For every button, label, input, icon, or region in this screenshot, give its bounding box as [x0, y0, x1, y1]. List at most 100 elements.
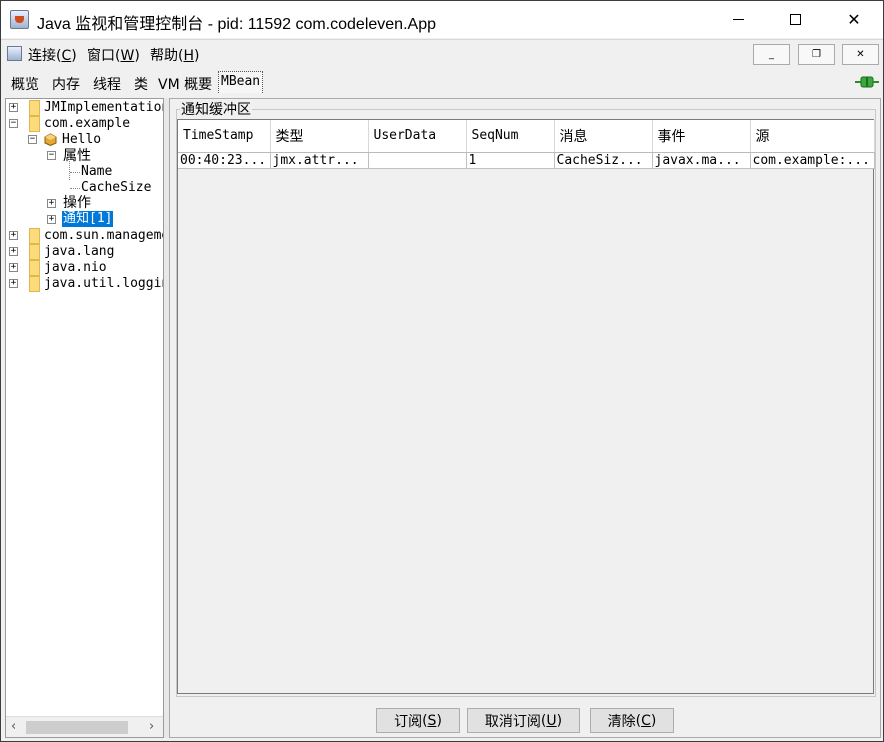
cell-type[interactable]: jmx.attr... — [270, 152, 369, 169]
frame-restore-icon: ❐ — [812, 49, 821, 60]
mbean-tree: + JMImplementation − com.example − Hello… — [5, 98, 164, 738]
java-app-icon — [10, 10, 29, 29]
tree-node-attributes[interactable]: 属性 — [63, 148, 91, 164]
frame-minimize-icon: _ — [769, 49, 774, 60]
notification-panel: 通知缓冲区 TimeStamp 类型 UserData SeqNum 消息 事件… — [169, 98, 881, 738]
folder-icon — [29, 276, 40, 292]
cell-message[interactable]: CacheSiz... — [554, 152, 653, 169]
menu-window[interactable]: 窗口(W) — [87, 45, 140, 65]
tab-vm-summary[interactable]: VM 概要 — [158, 72, 212, 94]
menu-connection-mnemonic: C — [61, 48, 72, 64]
clear-button[interactable]: 清除(C) — [590, 708, 674, 733]
table-row[interactable]: 00:40:23... jmx.attr... 1 CacheSiz... ja… — [178, 152, 875, 169]
tree-node-hello[interactable]: Hello — [62, 132, 101, 148]
unsubscribe-label: 取消订阅 — [484, 713, 541, 730]
scrollbar-thumb[interactable] — [26, 721, 128, 734]
tree-node-notifications[interactable]: 通知[1] — [62, 211, 114, 227]
expand-icon[interactable]: + — [9, 103, 18, 112]
table-header-row: TimeStamp 类型 UserData SeqNum 消息 事件 源 — [178, 120, 875, 153]
minimize-icon — [732, 19, 744, 20]
menu-bar: 连接(C) 窗口(W) 帮助(H) _ ❐ ✕ — [1, 39, 883, 68]
column-header-message[interactable]: 消息 — [554, 120, 653, 153]
tree-node-jmimplementation[interactable]: JMImplementation — [44, 100, 163, 116]
notification-table: TimeStamp 类型 UserData SeqNum 消息 事件 源 00:… — [178, 120, 875, 169]
window-title: Java 监视和管理控制台 - pid: 11592 com.codeleven… — [37, 16, 436, 33]
tree-connector — [70, 172, 80, 173]
column-header-source[interactable]: 源 — [750, 120, 875, 153]
collapse-icon[interactable]: − — [47, 151, 56, 160]
column-header-seqnum[interactable]: SeqNum — [466, 120, 555, 153]
collapse-icon[interactable]: − — [28, 135, 37, 144]
subscribe-label: 订阅 — [394, 713, 423, 730]
connection-status-icon — [855, 76, 879, 88]
tree-node-java-nio[interactable]: java.nio — [44, 260, 107, 276]
menu-window-label: 窗口 — [87, 48, 115, 64]
clear-mnemonic: C — [641, 712, 651, 729]
tab-mbean[interactable]: MBean — [218, 71, 264, 93]
folder-icon — [29, 100, 40, 116]
folder-icon — [29, 228, 40, 244]
scroll-left-icon[interactable]: ‹ — [11, 719, 16, 734]
column-header-userdata[interactable]: UserData — [368, 120, 467, 153]
frame-close-icon: ✕ — [856, 49, 865, 60]
menu-help-mnemonic: H — [183, 48, 194, 64]
bean-icon — [44, 133, 57, 146]
tree-node-java-util-logging[interactable]: java.util.logging — [44, 276, 163, 292]
internal-frame-icon[interactable] — [7, 46, 22, 61]
column-header-timestamp[interactable]: TimeStamp — [178, 120, 271, 153]
folder-icon — [29, 260, 40, 276]
scroll-right-icon[interactable]: › — [149, 719, 154, 734]
app-window: Java 监视和管理控制台 - pid: 11592 com.codeleven… — [0, 0, 884, 742]
minimize-button[interactable] — [715, 1, 761, 38]
notification-buffer-title: 通知缓冲区 — [180, 99, 252, 119]
expand-icon[interactable]: + — [47, 199, 56, 208]
expand-icon[interactable]: + — [9, 279, 18, 288]
tree-horizontal-scrollbar[interactable]: ‹ › — [6, 716, 163, 737]
tree-node-operations[interactable]: 操作 — [63, 195, 91, 211]
folder-icon — [29, 244, 40, 260]
subscribe-button[interactable]: 订阅(S) — [376, 708, 460, 733]
folder-icon — [29, 116, 40, 132]
title-bar: Java 监视和管理控制台 - pid: 11592 com.codeleven… — [1, 1, 883, 38]
frame-restore-button[interactable]: ❐ — [798, 44, 835, 65]
menu-help-label: 帮助 — [150, 48, 178, 64]
tree-node-com-example[interactable]: com.example — [44, 116, 130, 132]
cell-seqnum[interactable]: 1 — [466, 152, 555, 169]
tab-bar: 概览 内存 线程 类 VM 概要 MBean — [1, 69, 883, 97]
unsubscribe-mnemonic: U — [546, 712, 557, 729]
expand-icon[interactable]: + — [47, 215, 56, 224]
menu-window-mnemonic: W — [120, 48, 135, 64]
column-header-event[interactable]: 事件 — [652, 120, 751, 153]
maximize-icon — [789, 14, 801, 25]
tab-memory[interactable]: 内存 — [52, 72, 80, 94]
menu-help[interactable]: 帮助(H) — [150, 45, 199, 65]
clear-label: 清除 — [607, 713, 636, 730]
tree-node-com-sun-management[interactable]: com.sun.management — [44, 228, 163, 244]
expand-icon[interactable]: + — [9, 247, 18, 256]
tree-node-attr-cachesize[interactable]: CacheSize — [81, 180, 151, 196]
tab-threads[interactable]: 线程 — [93, 72, 121, 94]
cell-source[interactable]: com.example:... — [750, 152, 875, 169]
cell-userdata[interactable] — [368, 152, 467, 169]
cell-timestamp[interactable]: 00:40:23... — [178, 152, 271, 169]
frame-minimize-button[interactable]: _ — [753, 44, 790, 65]
column-header-type[interactable]: 类型 — [270, 120, 369, 153]
tree-connector — [70, 188, 80, 189]
unsubscribe-button[interactable]: 取消订阅(U) — [467, 708, 580, 733]
tab-overview[interactable]: 概览 — [11, 72, 39, 94]
tab-classes[interactable]: 类 — [134, 72, 148, 94]
subscribe-mnemonic: S — [427, 712, 437, 729]
close-button[interactable]: ✕ — [831, 1, 877, 38]
tree-connector — [69, 156, 70, 180]
menu-connection-label: 连接 — [28, 48, 56, 64]
maximize-button[interactable] — [772, 1, 818, 38]
cell-event[interactable]: javax.ma... — [652, 152, 751, 169]
tree-node-java-lang[interactable]: java.lang — [44, 244, 114, 260]
notification-table-area: TimeStamp 类型 UserData SeqNum 消息 事件 源 00:… — [177, 119, 875, 694]
expand-icon[interactable]: + — [9, 231, 18, 240]
expand-icon[interactable]: + — [9, 263, 18, 272]
frame-close-button[interactable]: ✕ — [842, 44, 879, 65]
tree-node-attr-name[interactable]: Name — [81, 164, 112, 180]
menu-connection[interactable]: 连接(C) — [28, 45, 77, 65]
collapse-icon[interactable]: − — [9, 119, 18, 128]
